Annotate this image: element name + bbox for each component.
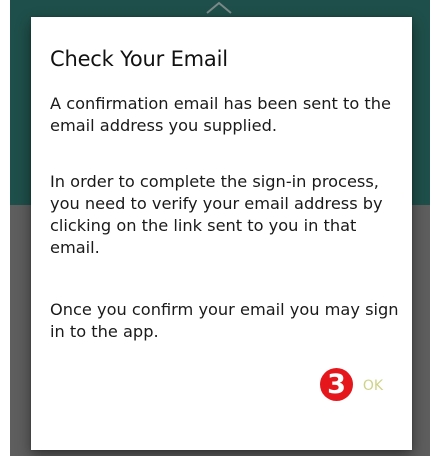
ok-button[interactable]: OK: [353, 372, 393, 400]
chevron-up-icon: [206, 1, 232, 14]
check-email-dialog: Check Your Email A confirmation email ha…: [31, 17, 412, 450]
dialog-title: Check Your Email: [50, 47, 228, 71]
step-number-badge: 3: [320, 368, 353, 401]
dialog-message-sign-in-after-confirm: Once you confirm your email you may sign…: [50, 300, 399, 341]
dialog-message-verify-instructions: In order to complete the sign-in process…: [50, 172, 383, 257]
dialog-message-confirmation-sent: A confirmation email has been sent to th…: [50, 94, 391, 135]
